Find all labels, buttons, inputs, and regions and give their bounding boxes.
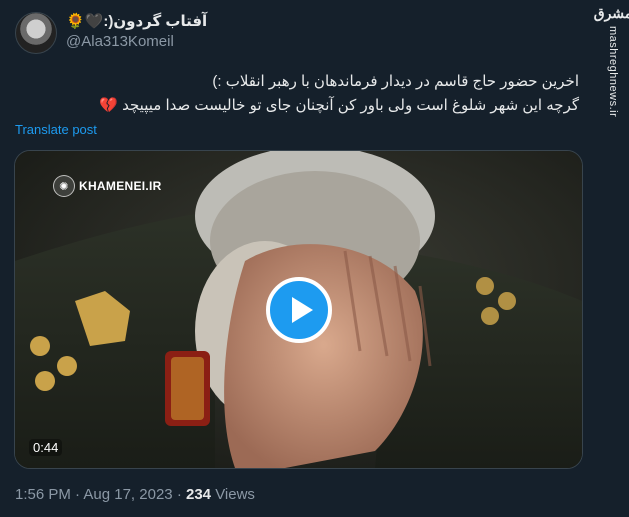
tweet-card: 🌻🖤:)آفتاب گردون @Ala313Komeil مشرق mashr… <box>0 0 629 517</box>
tweet-time[interactable]: 1:56 PM <box>15 486 71 503</box>
tweet-text: اخرین حضور حاج قاسم در دیدار فرماندهان ب… <box>19 70 579 118</box>
author-name[interactable]: 🌻🖤:)آفتاب گردون <box>66 12 207 30</box>
site-watermark: مشرق mashreghnews.ir <box>593 0 629 130</box>
play-icon <box>291 297 313 323</box>
channel-logo: ✺ KHAMENEI.IR <box>53 175 162 197</box>
author-emoji: 🌻 <box>66 13 85 30</box>
watermark-site: mashreghnews.ir <box>607 26 619 118</box>
tweet-text-line-2: گرچه این شهر شلوغ است ولی باور کن آنچنان… <box>99 97 579 114</box>
play-button[interactable] <box>266 277 332 343</box>
avatar[interactable] <box>15 12 57 54</box>
views-count[interactable]: 234 <box>186 486 211 503</box>
tweet-date[interactable]: Aug 17, 2023 <box>83 486 172 503</box>
channel-label: KHAMENEI.IR <box>79 179 162 193</box>
watermark-logo: مشرق <box>593 6 629 22</box>
author-handle[interactable]: @Ala313Komeil <box>66 33 174 50</box>
translate-post-link[interactable]: Translate post <box>15 122 97 137</box>
video-duration: 0:44 <box>29 439 63 456</box>
channel-logo-icon: ✺ <box>53 175 75 197</box>
views-label: Views <box>215 486 255 503</box>
author-display-name: آفتاب گردون <box>113 13 208 30</box>
meta-separator-2: · <box>176 486 182 503</box>
video-player[interactable]: ✺ KHAMENEI.IR 0:44 <box>14 150 583 469</box>
author-name-suffix: 🖤:) <box>84 13 114 30</box>
meta-separator: · <box>75 486 81 503</box>
tweet-meta: 1:56 PM · Aug 17, 2023 · 234 Views <box>15 486 255 503</box>
tweet-text-line-1: اخرین حضور حاج قاسم در دیدار فرماندهان ب… <box>212 73 579 90</box>
